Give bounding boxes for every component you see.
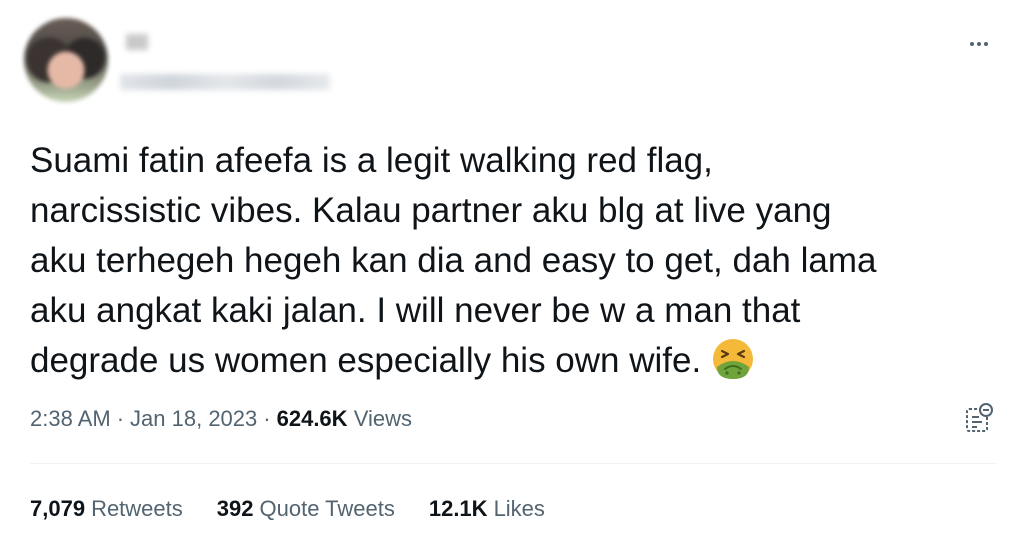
likes-label: Likes <box>493 496 545 521</box>
avatar[interactable] <box>24 18 108 102</box>
user-handle[interactable]: ████████ <box>120 74 330 90</box>
tweet-card: █ ████████ Suami fatin afeefa is a legit… <box>0 0 1024 549</box>
meta-separator: · <box>263 406 271 431</box>
likes-stat[interactable]: 12.1K Likes <box>429 496 545 522</box>
tweet-time[interactable]: 2:38 AM <box>30 406 111 431</box>
likes-count: 12.1K <box>428 496 488 521</box>
retweets-label: Retweets <box>91 496 183 521</box>
views-count: 624.6K <box>276 406 348 431</box>
nauseated-face-icon <box>713 338 754 379</box>
more-icon-dot <box>977 42 981 46</box>
meta-separator: · <box>116 406 125 431</box>
retweets-count: 7,079 <box>30 496 86 521</box>
tweet-text-line: narcissistic vibes. Kalau partner aku bl… <box>30 191 832 230</box>
tweet-date[interactable]: Jan 18, 2023 <box>130 406 257 431</box>
more-icon <box>970 42 974 46</box>
tweet-stats: 7,079 Retweets 392 Quote Tweets 12.1K Likes <box>30 496 545 522</box>
quote-tweets-count: 392 <box>216 496 254 521</box>
tweet-meta: 2:38 AM · Jan 18, 2023 · 624.6K Views <box>30 406 412 432</box>
quote-tweets-label: Quote Tweets <box>259 496 395 521</box>
tweet-text-line: aku angkat kaki jalan. I will never be w… <box>30 291 801 330</box>
user-name[interactable]: █ <box>126 34 148 50</box>
views-label: Views <box>353 406 412 431</box>
tweet-text-line: Suami fatin afeefa is a legit walking re… <box>30 141 713 180</box>
tweet-text-line: degrade us women especially his own wife… <box>30 341 702 380</box>
retweets-stat[interactable]: 7,079 Retweets <box>30 496 183 522</box>
avatar-image <box>24 18 108 102</box>
quote-tweets-stat[interactable]: 392 Quote Tweets <box>217 496 395 522</box>
tweet-text-line: aku terhegeh hegeh kan dia and easy to g… <box>30 241 877 280</box>
more-button[interactable] <box>964 36 994 52</box>
more-icon-dot <box>984 42 988 46</box>
analytics-icon[interactable] <box>964 402 994 434</box>
tweet-text: Suami fatin afeefa is a legit walking re… <box>30 136 990 386</box>
divider <box>30 463 996 464</box>
